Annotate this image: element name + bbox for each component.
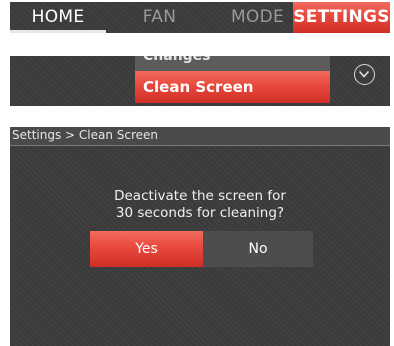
confirmation-message: Deactivate the screen for 30 seconds for…	[10, 188, 390, 222]
menu-item-clean-screen-label: Clean Screen	[143, 78, 254, 96]
chevron-down-circle-icon	[358, 70, 370, 78]
clean-screen-dialog: Settings > Clean Screen Deactivate the s…	[10, 127, 390, 346]
tab-fan[interactable]: FAN	[122, 2, 197, 33]
no-button[interactable]: No	[203, 231, 313, 267]
menu-item-clean-screen[interactable]: Clean Screen	[135, 71, 330, 103]
breadcrumb: Settings > Clean Screen	[12, 128, 159, 142]
confirmation-message-line1: Deactivate the screen for	[114, 188, 286, 204]
top-nav-bar: HOME FAN MODE SETTINGS	[10, 2, 390, 33]
tab-fan-label: FAN	[142, 7, 177, 27]
tab-mode[interactable]: MODE	[210, 2, 305, 33]
tab-home-label: HOME	[31, 7, 85, 27]
confirmation-message-line2: 30 seconds for cleaning?	[115, 205, 285, 221]
menu-item-changes[interactable]: Changes	[135, 56, 330, 71]
tab-mode-label: MODE	[230, 7, 285, 27]
settings-menu-list: Changes Clean Screen	[10, 56, 390, 106]
tab-home[interactable]: HOME	[10, 2, 106, 33]
yes-button[interactable]: Yes	[90, 231, 203, 267]
breadcrumb-bar: Settings > Clean Screen	[10, 127, 390, 146]
scroll-down-button[interactable]	[354, 64, 375, 85]
tab-settings[interactable]: SETTINGS	[293, 2, 390, 33]
active-tab-underline	[10, 30, 106, 33]
tab-settings-label: SETTINGS	[293, 7, 390, 27]
menu-item-changes-label: Changes	[143, 56, 211, 64]
